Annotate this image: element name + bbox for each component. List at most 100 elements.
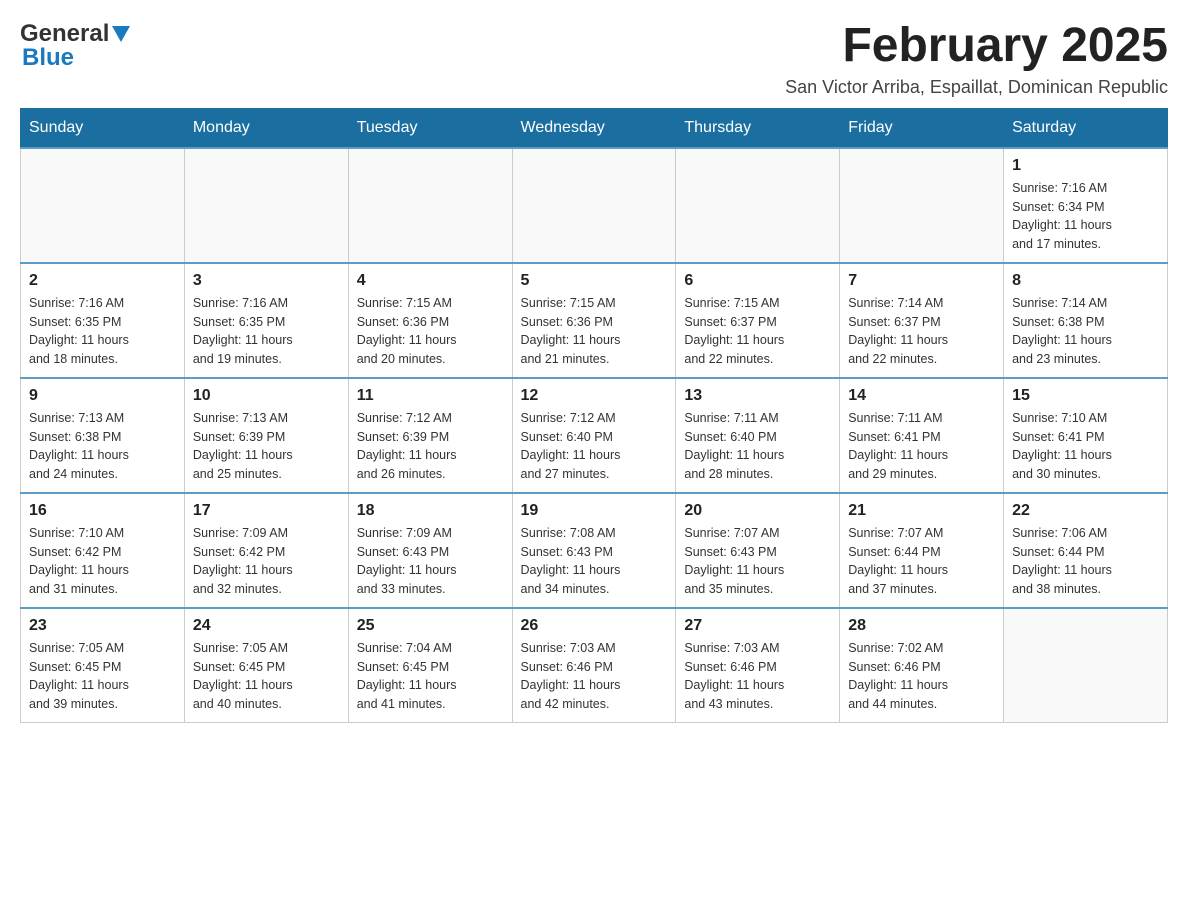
calendar-cell: 21 Sunrise: 7:07 AM Sunset: 6:44 PM Dayli… bbox=[840, 493, 1004, 608]
day-info: Sunrise: 7:05 AM Sunset: 6:45 PM Dayligh… bbox=[193, 639, 340, 714]
calendar-cell: 8 Sunrise: 7:14 AM Sunset: 6:38 PM Daylig… bbox=[1004, 263, 1168, 378]
day-number: 16 bbox=[29, 502, 176, 520]
day-number: 13 bbox=[684, 387, 831, 405]
day-info: Sunrise: 7:16 AM Sunset: 6:34 PM Dayligh… bbox=[1012, 179, 1159, 254]
day-number: 19 bbox=[521, 502, 668, 520]
calendar-cell bbox=[348, 148, 512, 263]
calendar-cell: 14 Sunrise: 7:11 AM Sunset: 6:41 PM Dayli… bbox=[840, 378, 1004, 493]
day-number: 17 bbox=[193, 502, 340, 520]
calendar-cell: 2 Sunrise: 7:16 AM Sunset: 6:35 PM Daylig… bbox=[21, 263, 185, 378]
calendar-cell: 10Sunrise: 7:13 AM Sunset: 6:39 PM Dayli… bbox=[184, 378, 348, 493]
calendar-table: Sunday Monday Tuesday Wednesday Thursday… bbox=[20, 108, 1168, 723]
day-number: 6 bbox=[684, 272, 831, 290]
day-number: 2 bbox=[29, 272, 176, 290]
calendar-cell: 15 Sunrise: 7:10 AM Sunset: 6:41 PM Dayli… bbox=[1004, 378, 1168, 493]
calendar-cell bbox=[1004, 608, 1168, 723]
day-number: 7 bbox=[848, 272, 995, 290]
location-subtitle: San Victor Arriba, Espaillat, Dominican … bbox=[785, 77, 1168, 98]
calendar-cell: 3 Sunrise: 7:16 AM Sunset: 6:35 PM Daylig… bbox=[184, 263, 348, 378]
calendar-cell bbox=[512, 148, 676, 263]
calendar-cell bbox=[840, 148, 1004, 263]
day-info: Sunrise: 7:07 AM Sunset: 6:44 PM Dayligh… bbox=[848, 524, 995, 599]
calendar-cell: 27Sunrise: 7:03 AM Sunset: 6:46 PM Dayli… bbox=[676, 608, 840, 723]
calendar-cell: 4 Sunrise: 7:15 AM Sunset: 6:36 PM Daylig… bbox=[348, 263, 512, 378]
day-number: 10 bbox=[193, 387, 340, 405]
calendar-cell: 6 Sunrise: 7:15 AM Sunset: 6:37 PM Daylig… bbox=[676, 263, 840, 378]
day-info: Sunrise: 7:16 AM Sunset: 6:35 PM Dayligh… bbox=[29, 294, 176, 369]
day-info: Sunrise: 7:11 AM Sunset: 6:40 PM Dayligh… bbox=[684, 409, 831, 484]
day-info: Sunrise: 7:12 AM Sunset: 6:39 PM Dayligh… bbox=[357, 409, 504, 484]
day-info: Sunrise: 7:14 AM Sunset: 6:37 PM Dayligh… bbox=[848, 294, 995, 369]
col-saturday: Saturday bbox=[1004, 108, 1168, 148]
calendar-cell bbox=[21, 148, 185, 263]
calendar-cell: 13 Sunrise: 7:11 AM Sunset: 6:40 PM Dayli… bbox=[676, 378, 840, 493]
calendar-cell bbox=[184, 148, 348, 263]
day-info: Sunrise: 7:06 AM Sunset: 6:44 PM Dayligh… bbox=[1012, 524, 1159, 599]
calendar-week-2: 2 Sunrise: 7:16 AM Sunset: 6:35 PM Daylig… bbox=[21, 263, 1168, 378]
col-friday: Friday bbox=[840, 108, 1004, 148]
calendar-header: Sunday Monday Tuesday Wednesday Thursday… bbox=[21, 108, 1168, 148]
day-number: 28 bbox=[848, 617, 995, 635]
day-info: Sunrise: 7:10 AM Sunset: 6:42 PM Dayligh… bbox=[29, 524, 176, 599]
calendar-cell: 7 Sunrise: 7:14 AM Sunset: 6:37 PM Daylig… bbox=[840, 263, 1004, 378]
day-info: Sunrise: 7:05 AM Sunset: 6:45 PM Dayligh… bbox=[29, 639, 176, 714]
calendar-cell: 22Sunrise: 7:06 AM Sunset: 6:44 PM Dayli… bbox=[1004, 493, 1168, 608]
calendar-cell: 28 Sunrise: 7:02 AM Sunset: 6:46 PM Dayli… bbox=[840, 608, 1004, 723]
col-monday: Monday bbox=[184, 108, 348, 148]
day-number: 21 bbox=[848, 502, 995, 520]
calendar-cell: 5 Sunrise: 7:15 AM Sunset: 6:36 PM Daylig… bbox=[512, 263, 676, 378]
calendar-cell: 20 Sunrise: 7:07 AM Sunset: 6:43 PM Dayli… bbox=[676, 493, 840, 608]
day-info: Sunrise: 7:02 AM Sunset: 6:46 PM Dayligh… bbox=[848, 639, 995, 714]
calendar-cell: 19 Sunrise: 7:08 AM Sunset: 6:43 PM Dayli… bbox=[512, 493, 676, 608]
day-info: Sunrise: 7:14 AM Sunset: 6:38 PM Dayligh… bbox=[1012, 294, 1159, 369]
page-header: General Blue February 2025 San Victor Ar… bbox=[20, 20, 1168, 98]
day-info: Sunrise: 7:08 AM Sunset: 6:43 PM Dayligh… bbox=[521, 524, 668, 599]
day-info: Sunrise: 7:15 AM Sunset: 6:37 PM Dayligh… bbox=[684, 294, 831, 369]
calendar-cell: 24Sunrise: 7:05 AM Sunset: 6:45 PM Dayli… bbox=[184, 608, 348, 723]
calendar-cell: 1 Sunrise: 7:16 AM Sunset: 6:34 PM Daylig… bbox=[1004, 148, 1168, 263]
calendar-cell: 11 Sunrise: 7:12 AM Sunset: 6:39 PM Dayli… bbox=[348, 378, 512, 493]
day-number: 3 bbox=[193, 272, 340, 290]
day-info: Sunrise: 7:12 AM Sunset: 6:40 PM Dayligh… bbox=[521, 409, 668, 484]
day-info: Sunrise: 7:15 AM Sunset: 6:36 PM Dayligh… bbox=[357, 294, 504, 369]
day-info: Sunrise: 7:09 AM Sunset: 6:43 PM Dayligh… bbox=[357, 524, 504, 599]
title-section: February 2025 San Victor Arriba, Espaill… bbox=[785, 20, 1168, 98]
logo: General Blue bbox=[20, 20, 130, 72]
calendar-body: 1 Sunrise: 7:16 AM Sunset: 6:34 PM Daylig… bbox=[21, 148, 1168, 723]
day-info: Sunrise: 7:15 AM Sunset: 6:36 PM Dayligh… bbox=[521, 294, 668, 369]
day-info: Sunrise: 7:10 AM Sunset: 6:41 PM Dayligh… bbox=[1012, 409, 1159, 484]
calendar-cell bbox=[676, 148, 840, 263]
logo-blue-text: Blue bbox=[22, 44, 130, 72]
day-number: 9 bbox=[29, 387, 176, 405]
header-row: Sunday Monday Tuesday Wednesday Thursday… bbox=[21, 108, 1168, 148]
calendar-cell: 23 Sunrise: 7:05 AM Sunset: 6:45 PM Dayli… bbox=[21, 608, 185, 723]
day-number: 11 bbox=[357, 387, 504, 405]
calendar-cell: 16 Sunrise: 7:10 AM Sunset: 6:42 PM Dayli… bbox=[21, 493, 185, 608]
day-number: 14 bbox=[848, 387, 995, 405]
day-info: Sunrise: 7:13 AM Sunset: 6:38 PM Dayligh… bbox=[29, 409, 176, 484]
col-tuesday: Tuesday bbox=[348, 108, 512, 148]
day-info: Sunrise: 7:07 AM Sunset: 6:43 PM Dayligh… bbox=[684, 524, 831, 599]
calendar-cell: 26 Sunrise: 7:03 AM Sunset: 6:46 PM Dayli… bbox=[512, 608, 676, 723]
day-info: Sunrise: 7:16 AM Sunset: 6:35 PM Dayligh… bbox=[193, 294, 340, 369]
col-wednesday: Wednesday bbox=[512, 108, 676, 148]
day-number: 20 bbox=[684, 502, 831, 520]
day-number: 8 bbox=[1012, 272, 1159, 290]
calendar-week-4: 16 Sunrise: 7:10 AM Sunset: 6:42 PM Dayli… bbox=[21, 493, 1168, 608]
day-number: 26 bbox=[521, 617, 668, 635]
day-number: 23 bbox=[29, 617, 176, 635]
day-number: 1 bbox=[1012, 157, 1159, 175]
day-number: 15 bbox=[1012, 387, 1159, 405]
calendar-cell: 9 Sunrise: 7:13 AM Sunset: 6:38 PM Daylig… bbox=[21, 378, 185, 493]
day-info: Sunrise: 7:04 AM Sunset: 6:45 PM Dayligh… bbox=[357, 639, 504, 714]
day-info: Sunrise: 7:11 AM Sunset: 6:41 PM Dayligh… bbox=[848, 409, 995, 484]
calendar-cell: 25 Sunrise: 7:04 AM Sunset: 6:45 PM Dayli… bbox=[348, 608, 512, 723]
day-number: 27 bbox=[684, 617, 831, 635]
day-number: 4 bbox=[357, 272, 504, 290]
day-info: Sunrise: 7:03 AM Sunset: 6:46 PM Dayligh… bbox=[521, 639, 668, 714]
calendar-week-1: 1 Sunrise: 7:16 AM Sunset: 6:34 PM Daylig… bbox=[21, 148, 1168, 263]
logo-triangle-icon bbox=[112, 26, 130, 42]
day-number: 25 bbox=[357, 617, 504, 635]
month-title: February 2025 bbox=[785, 20, 1168, 73]
day-number: 5 bbox=[521, 272, 668, 290]
